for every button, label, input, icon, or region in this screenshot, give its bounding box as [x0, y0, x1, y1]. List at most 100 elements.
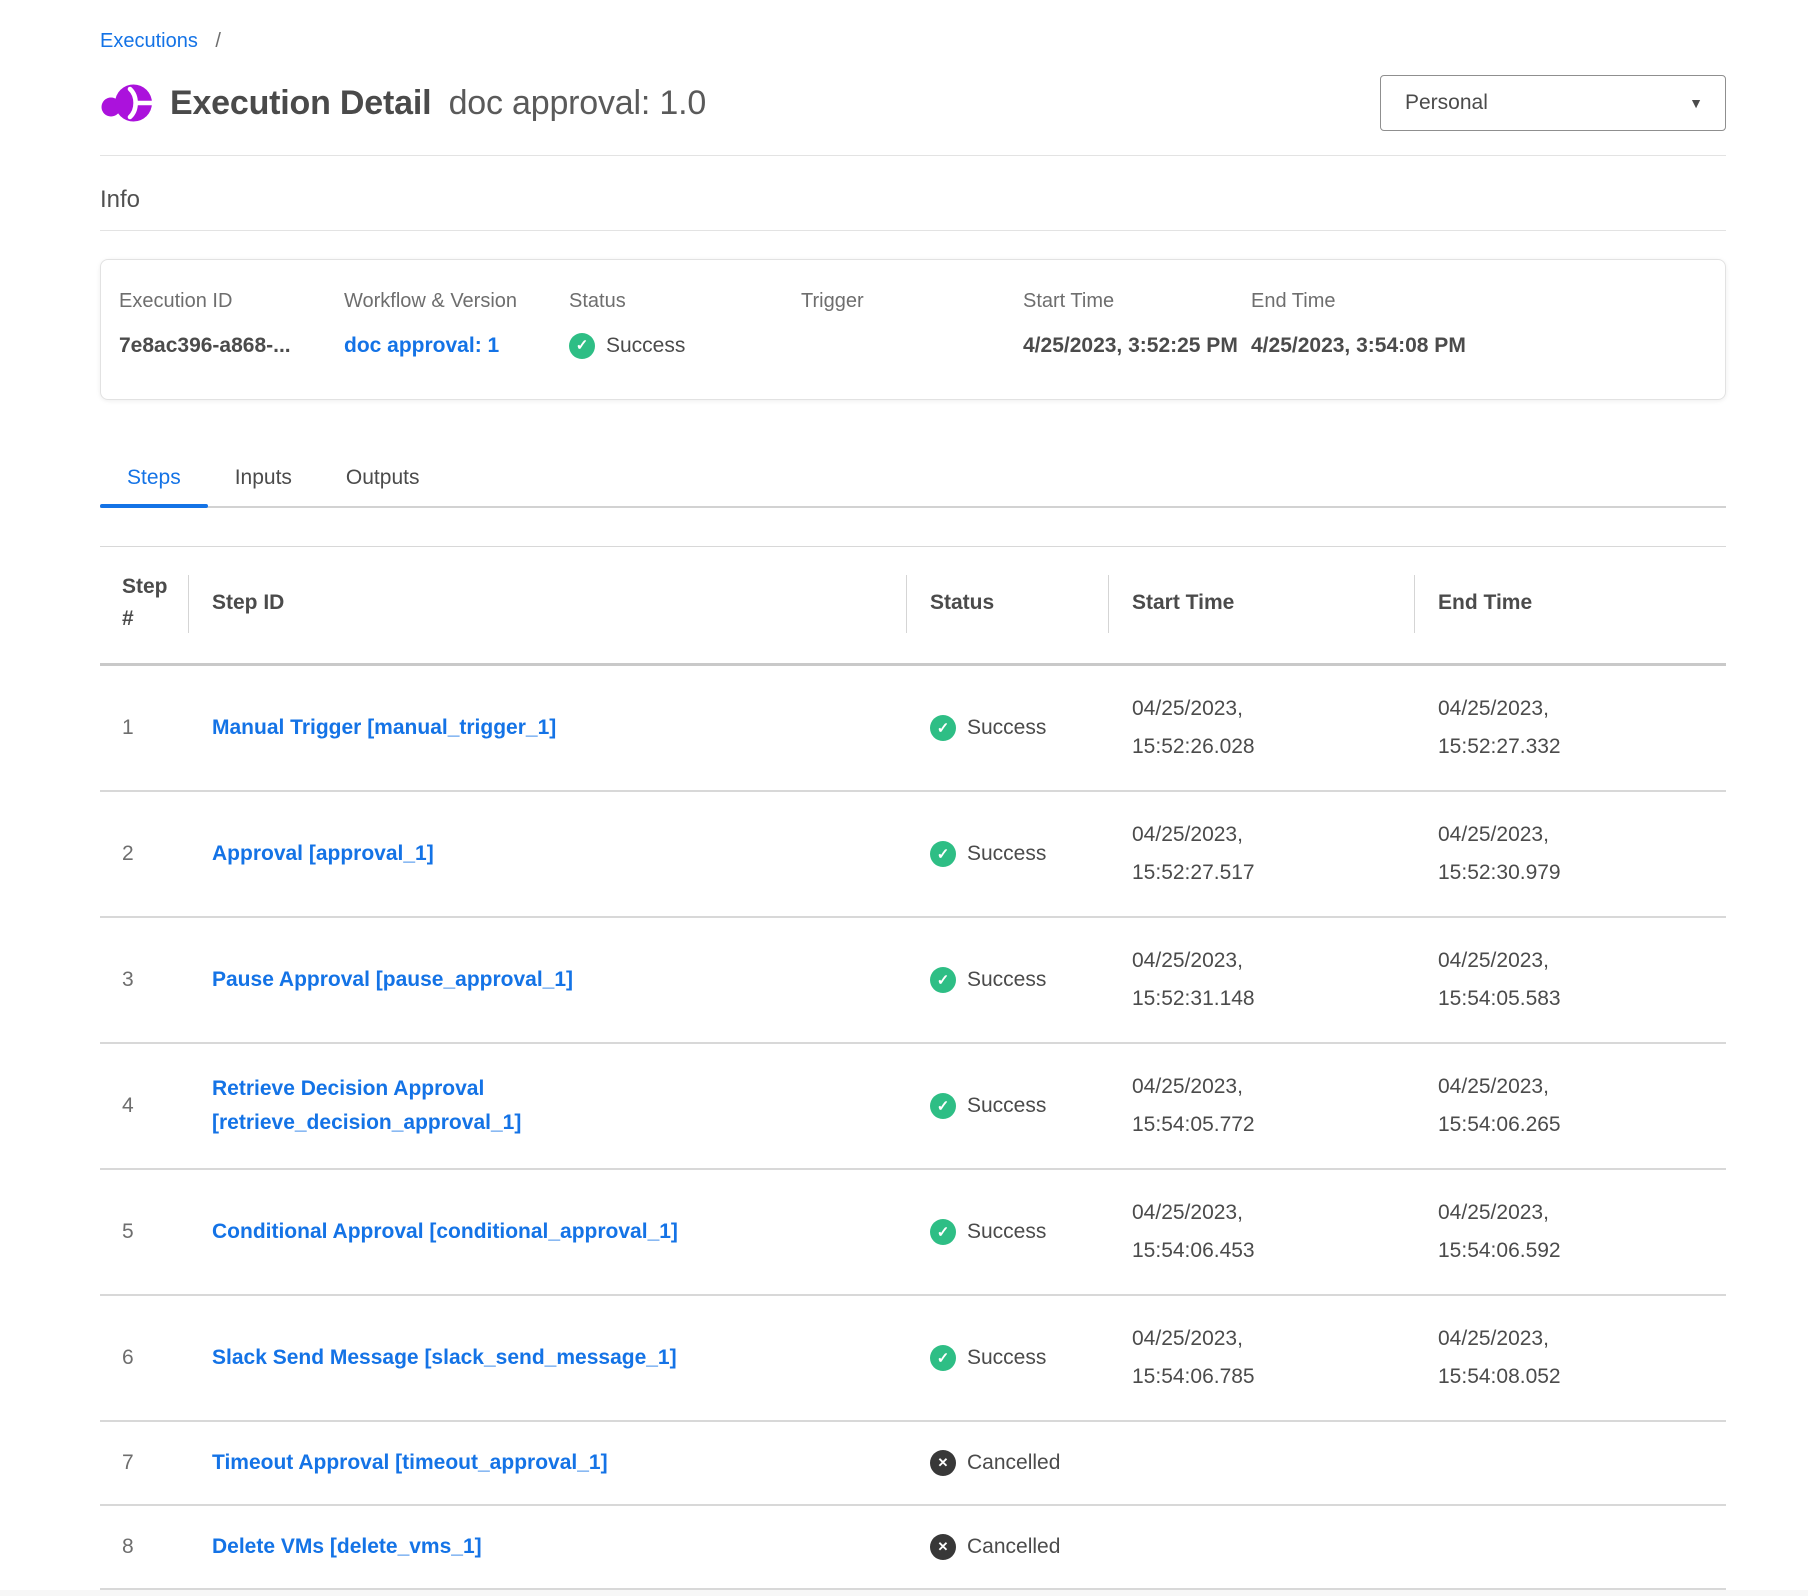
workflow-version-label: Workflow & Version [344, 290, 569, 313]
table-row: 4 Retrieve Decision Approval [retrieve_d… [100, 1044, 1726, 1170]
title-group: Execution Detail doc approval: 1.0 [100, 77, 706, 129]
step-number: 5 [100, 1220, 188, 1244]
success-icon: ✓ [930, 1093, 956, 1119]
step-start-time: 04/25/2023, 15:52:27.517 [1108, 816, 1414, 892]
info-field-workflow-version: Workflow & Version doc approval: 1 [344, 290, 569, 363]
col-status: Status [906, 587, 1108, 619]
step-link[interactable]: Approval [approval_1] [212, 837, 434, 871]
execution-id-value: 7e8ac396-a868-... [119, 328, 344, 363]
step-status-text: Success [967, 716, 1046, 740]
step-status: ✕ Cancelled [906, 1534, 1108, 1560]
step-link[interactable]: Conditional Approval [conditional_approv… [212, 1215, 678, 1249]
step-number: 3 [100, 968, 188, 992]
info-field-start-time: Start Time 4/25/2023, 3:52:25 PM [1023, 290, 1251, 363]
step-start-time: 04/25/2023, 15:52:31.148 [1108, 942, 1414, 1018]
status-text: Success [606, 328, 685, 363]
steps-table-header: Step # Step ID Status Start Time End Tim… [100, 546, 1726, 666]
step-start-time [1108, 1451, 1414, 1475]
table-row: 2 Approval [approval_1] ✓ Success 04/25/… [100, 792, 1726, 918]
info-field-trigger: Trigger [801, 290, 1023, 363]
col-start-time: Start Time [1108, 587, 1414, 619]
step-start-time: 04/25/2023, 15:54:05.772 [1108, 1068, 1414, 1144]
workflow-name-version: doc approval: 1.0 [449, 84, 706, 122]
step-link[interactable]: Delete VMs [delete_vms_1] [212, 1530, 482, 1564]
step-link[interactable]: Pause Approval [pause_approval_1] [212, 963, 573, 997]
status-label: Status [569, 290, 801, 313]
workspace-dropdown[interactable]: Personal ▼ [1380, 75, 1726, 131]
tabs: Steps Inputs Outputs [100, 458, 1726, 508]
step-status-text: Success [967, 1346, 1046, 1370]
step-start-time [1108, 1535, 1414, 1559]
table-row: 5 Conditional Approval [conditional_appr… [100, 1170, 1726, 1296]
page-header: Execution Detail doc approval: 1.0 Perso… [100, 75, 1726, 131]
success-icon: ✓ [930, 967, 956, 993]
step-link[interactable]: Retrieve Decision Approval [retrieve_dec… [212, 1072, 732, 1140]
tab-steps[interactable]: Steps [100, 458, 208, 506]
table-row: 7 Timeout Approval [timeout_approval_1] … [100, 1422, 1726, 1506]
start-time-value: 4/25/2023, 3:52:25 PM [1023, 328, 1251, 363]
success-icon: ✓ [569, 333, 595, 359]
step-status-text: Success [967, 1220, 1046, 1244]
step-link[interactable]: Manual Trigger [manual_trigger_1] [212, 711, 556, 745]
chevron-down-icon: ▼ [1689, 95, 1703, 111]
breadcrumb-executions-link[interactable]: Executions [100, 30, 198, 52]
step-link[interactable]: Timeout Approval [timeout_approval_1] [212, 1446, 608, 1480]
step-status: ✓ Success [906, 1093, 1108, 1119]
step-status: ✓ Success [906, 1345, 1108, 1371]
page-title: Execution Detail [170, 84, 431, 122]
step-start-time: 04/25/2023, 15:54:06.453 [1108, 1194, 1414, 1270]
footer-strip [0, 1590, 1808, 1596]
success-icon: ✓ [930, 715, 956, 741]
table-row: 6 Slack Send Message [slack_send_message… [100, 1296, 1726, 1422]
step-status-text: Success [967, 842, 1046, 866]
workflow-version-link[interactable]: doc approval: 1 [344, 328, 499, 363]
step-end-time: 04/25/2023, 15:54:05.583 [1414, 942, 1726, 1018]
steps-table: Step # Step ID Status Start Time End Tim… [100, 546, 1726, 1590]
step-start-time: 04/25/2023, 15:54:06.785 [1108, 1320, 1414, 1396]
info-section-title: Info [100, 186, 1726, 214]
step-number: 2 [100, 842, 188, 866]
breadcrumb-separator: / [215, 30, 221, 52]
workflow-logo-icon [100, 77, 156, 129]
workspace-dropdown-value: Personal [1405, 91, 1488, 115]
col-end-time: End Time [1414, 587, 1726, 619]
step-end-time: 04/25/2023, 15:54:06.265 [1414, 1068, 1726, 1144]
step-number: 8 [100, 1535, 188, 1559]
table-row: 1 Manual Trigger [manual_trigger_1] ✓ Su… [100, 666, 1726, 792]
table-row: 8 Delete VMs [delete_vms_1] ✕ Cancelled [100, 1506, 1726, 1590]
step-number: 6 [100, 1346, 188, 1370]
steps-table-body: 1 Manual Trigger [manual_trigger_1] ✓ Su… [100, 666, 1726, 1590]
success-icon: ✓ [930, 1219, 956, 1245]
step-end-time [1414, 1535, 1726, 1559]
step-number: 1 [100, 716, 188, 740]
step-status: ✓ Success [906, 967, 1108, 993]
step-end-time [1414, 1451, 1726, 1475]
tab-outputs[interactable]: Outputs [319, 458, 447, 506]
header-divider [100, 155, 1726, 156]
step-status-text: Cancelled [967, 1535, 1060, 1559]
step-status-text: Success [967, 968, 1046, 992]
start-time-label: Start Time [1023, 290, 1251, 313]
step-status-text: Success [967, 1094, 1046, 1118]
step-number: 4 [100, 1094, 188, 1118]
end-time-value: 4/25/2023, 3:54:08 PM [1251, 328, 1486, 363]
step-end-time: 04/25/2023, 15:52:27.332 [1414, 690, 1726, 766]
table-row: 3 Pause Approval [pause_approval_1] ✓ Su… [100, 918, 1726, 1044]
step-number: 7 [100, 1451, 188, 1475]
step-end-time: 04/25/2023, 15:54:08.052 [1414, 1320, 1726, 1396]
info-field-execution-id: Execution ID 7e8ac396-a868-... [119, 290, 344, 363]
col-step-id: Step ID [188, 587, 906, 619]
tab-inputs[interactable]: Inputs [208, 458, 319, 506]
step-link[interactable]: Slack Send Message [slack_send_message_1… [212, 1341, 677, 1375]
step-status-text: Cancelled [967, 1451, 1060, 1475]
step-end-time: 04/25/2023, 15:52:30.979 [1414, 816, 1726, 892]
step-status: ✓ Success [906, 715, 1108, 741]
success-icon: ✓ [930, 1345, 956, 1371]
cancelled-icon: ✕ [930, 1534, 956, 1560]
info-card: Execution ID 7e8ac396-a868-... Workflow … [100, 259, 1726, 400]
end-time-label: End Time [1251, 290, 1725, 313]
info-field-status: Status ✓ Success [569, 290, 801, 363]
info-divider [100, 230, 1726, 231]
success-icon: ✓ [930, 841, 956, 867]
step-status: ✕ Cancelled [906, 1450, 1108, 1476]
